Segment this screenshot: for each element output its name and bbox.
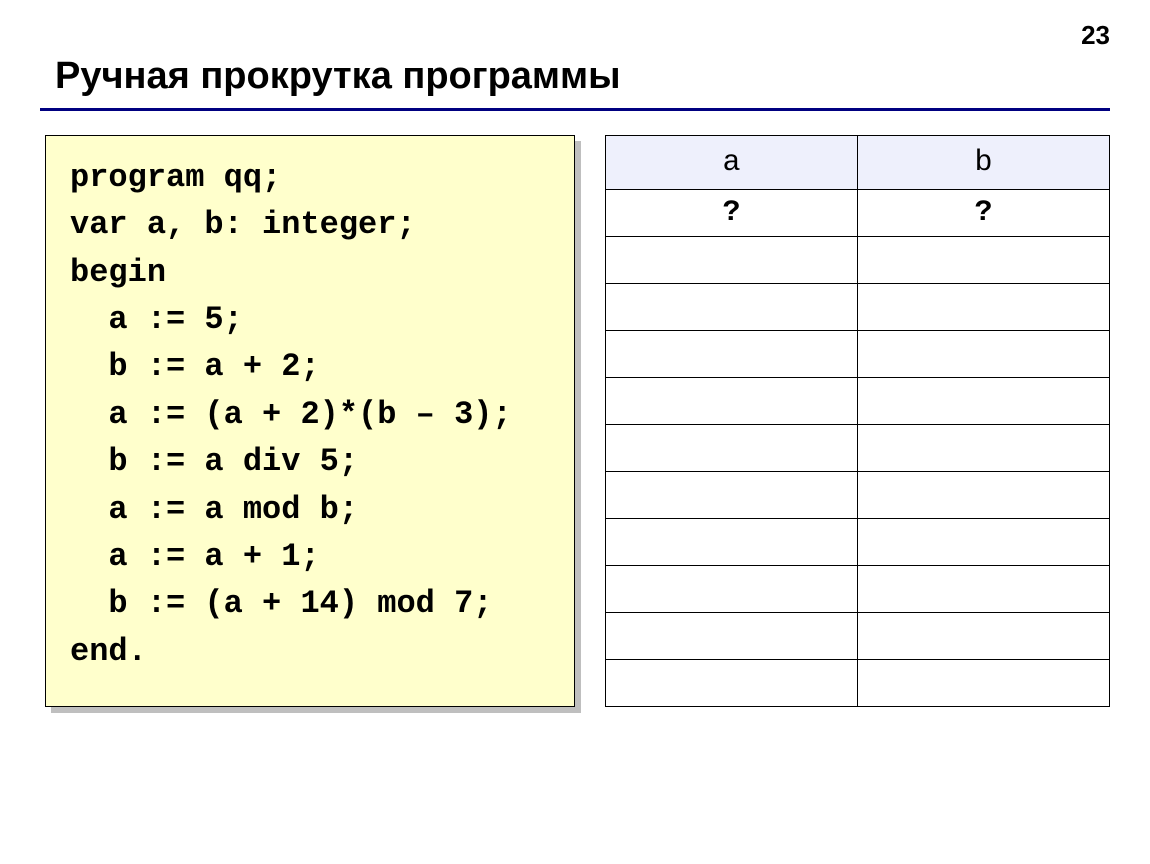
- table-row: [606, 331, 1110, 378]
- cell-b: [858, 237, 1110, 284]
- cell-a: [606, 566, 858, 613]
- code-line: begin: [70, 254, 166, 291]
- cell-b: [858, 566, 1110, 613]
- cell-b: ?: [858, 190, 1110, 237]
- page-number: 23: [1081, 20, 1110, 51]
- code-line: a := a mod b;: [70, 491, 358, 528]
- table-row: [606, 237, 1110, 284]
- code-line: program qq;: [70, 159, 281, 196]
- header-a: a: [606, 136, 858, 190]
- cell-a: [606, 613, 858, 660]
- title-underline: [40, 108, 1110, 111]
- slide-title: Ручная прокрутка программы: [55, 55, 621, 98]
- cell-a: [606, 660, 858, 707]
- header-b: b: [858, 136, 1110, 190]
- code-line: a := a + 1;: [70, 538, 320, 575]
- table-row: [606, 425, 1110, 472]
- cell-b: [858, 284, 1110, 331]
- cell-a: ?: [606, 190, 858, 237]
- cell-a: [606, 378, 858, 425]
- code-line: end.: [70, 633, 147, 670]
- trace-table: a b ??: [605, 135, 1110, 707]
- cell-b: [858, 472, 1110, 519]
- table-row: [606, 472, 1110, 519]
- code-line: a := (a + 2)*(b – 3);: [70, 396, 512, 433]
- cell-b: [858, 613, 1110, 660]
- table-row: [606, 519, 1110, 566]
- cell-b: [858, 660, 1110, 707]
- code-line: var a, b: integer;: [70, 206, 416, 243]
- cell-a: [606, 519, 858, 566]
- code-line: b := (a + 14) mod 7;: [70, 585, 492, 622]
- cell-a: [606, 237, 858, 284]
- cell-a: [606, 425, 858, 472]
- cell-b: [858, 425, 1110, 472]
- cell-b: [858, 331, 1110, 378]
- table-row: [606, 284, 1110, 331]
- code-line: b := a + 2;: [70, 348, 320, 385]
- trace-table-wrap: a b ??: [605, 135, 1110, 707]
- code-block: program qq; var a, b: integer; begin a :…: [45, 135, 575, 707]
- cell-a: [606, 331, 858, 378]
- content-row: program qq; var a, b: integer; begin a :…: [45, 135, 1110, 707]
- table-header-row: a b: [606, 136, 1110, 190]
- code-line: b := a div 5;: [70, 443, 358, 480]
- cell-a: [606, 284, 858, 331]
- table-row: ??: [606, 190, 1110, 237]
- table-row: [606, 660, 1110, 707]
- code-line: a := 5;: [70, 301, 243, 338]
- cell-b: [858, 378, 1110, 425]
- cell-b: [858, 519, 1110, 566]
- table-row: [606, 613, 1110, 660]
- table-row: [606, 378, 1110, 425]
- cell-a: [606, 472, 858, 519]
- table-row: [606, 566, 1110, 613]
